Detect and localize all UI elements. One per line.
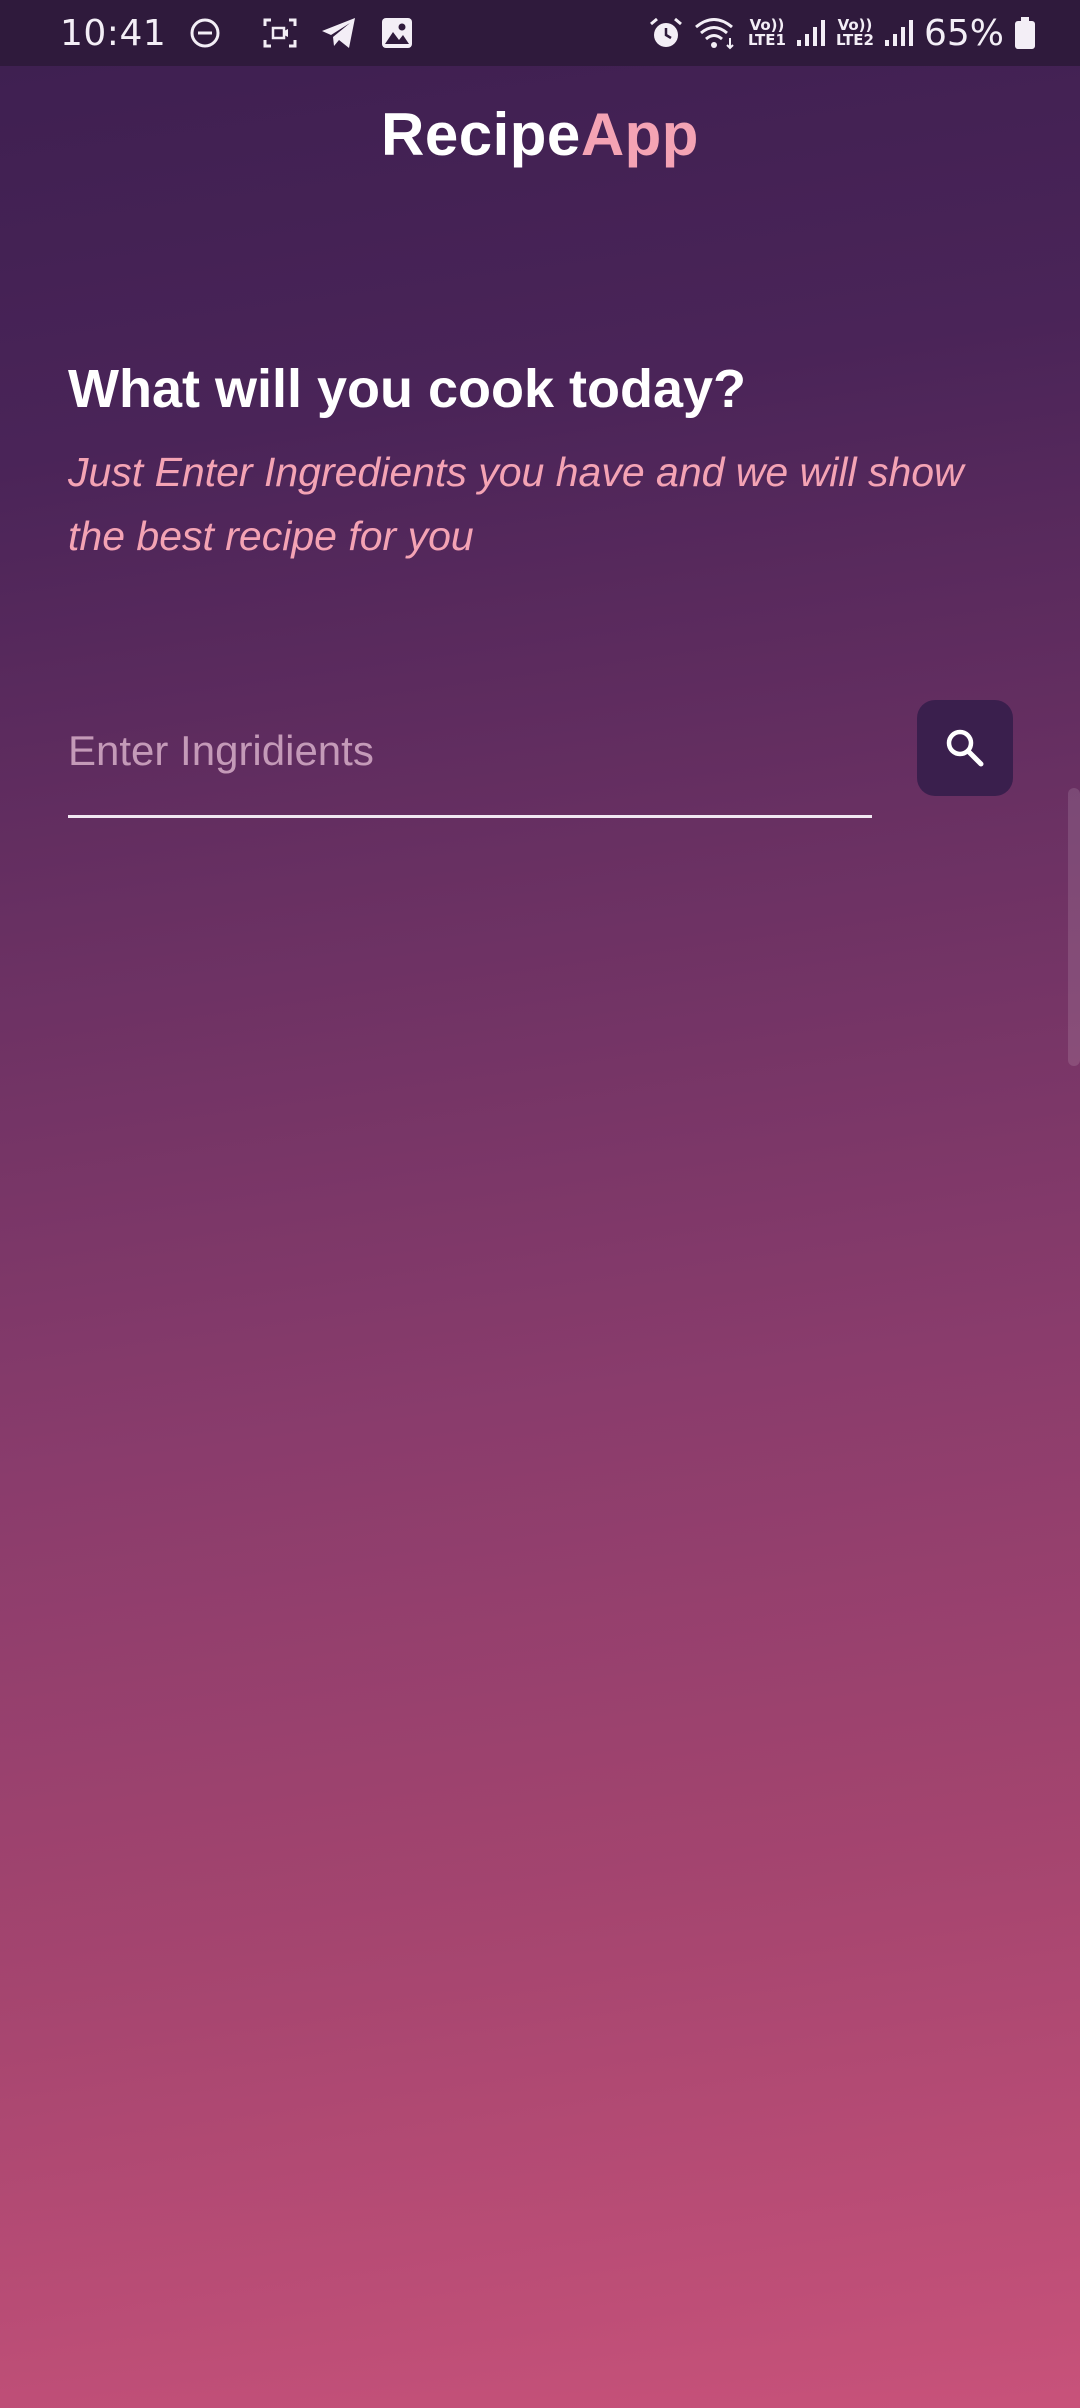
app-title-recipe: Recipe — [381, 101, 581, 168]
hero-subtitle: Just Enter Ingredients you have and we w… — [68, 449, 964, 559]
gallery-icon — [380, 16, 414, 50]
battery-icon — [1014, 16, 1036, 50]
app-title-app: App — [580, 101, 699, 168]
sim1-indicator: Vo)) LTE1 — [748, 18, 786, 48]
battery-percent: 65% — [923, 12, 1004, 54]
sim2-indicator: Vo)) LTE2 — [836, 18, 874, 48]
wifi-icon — [694, 16, 738, 50]
telegram-icon — [320, 16, 358, 50]
signal-icon — [884, 18, 914, 48]
status-right: Vo)) LTE1 Vo)) LTE2 65% — [648, 13, 1036, 54]
do-not-disturb-icon — [188, 16, 222, 50]
status-left: 10:41 — [60, 13, 414, 54]
search-button[interactable] — [917, 700, 1013, 796]
status-bar: 10:41 Vo)) LTE1 Vo)) LTE2 65% — [0, 0, 1080, 66]
sim2-lte-label: LTE2 — [835, 31, 874, 49]
screen-record-icon — [262, 17, 298, 49]
signal-icon — [796, 18, 826, 48]
app-title: RecipeApp — [0, 100, 1080, 169]
hero-heading: What will you cook today? — [68, 359, 747, 419]
alarm-icon — [648, 16, 684, 50]
search-icon — [943, 726, 987, 770]
status-time: 10:41 — [60, 12, 167, 54]
sim1-lte-label: LTE1 — [747, 31, 786, 49]
scroll-indicator[interactable] — [1068, 788, 1080, 1066]
ingredients-input[interactable] — [68, 708, 872, 818]
